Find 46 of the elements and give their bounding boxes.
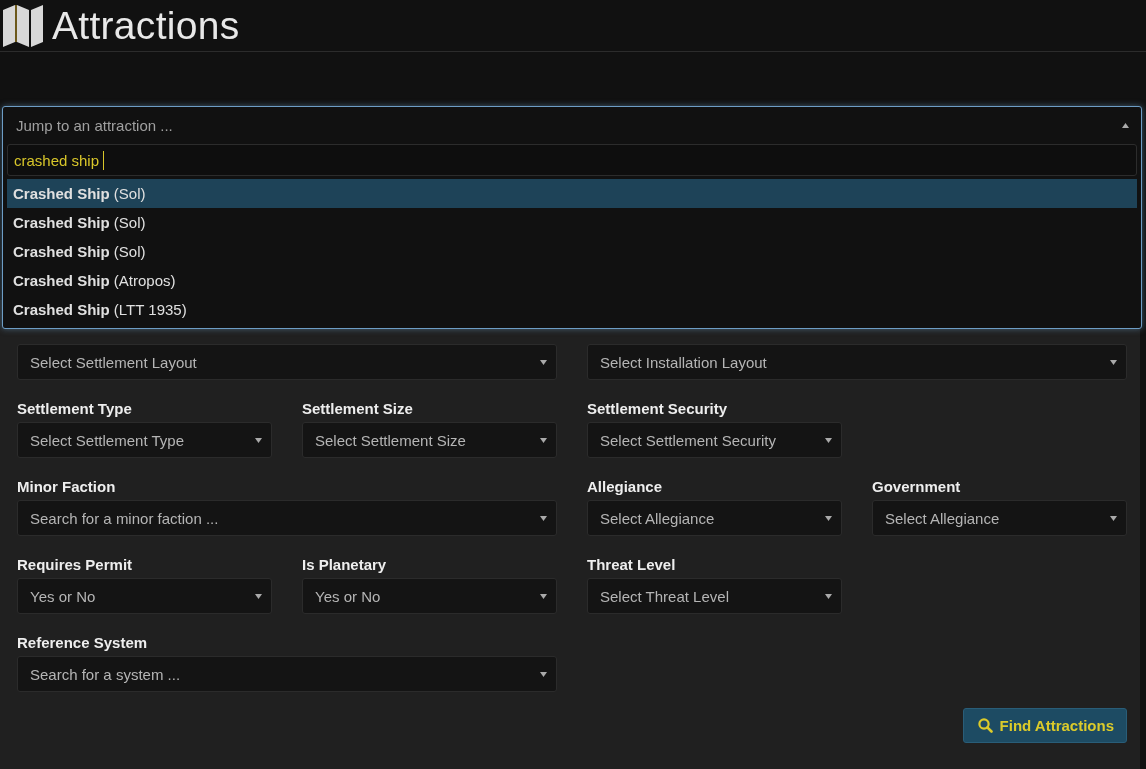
field-label: Settlement Security xyxy=(587,400,729,419)
find-attractions-button[interactable]: Find Attractions xyxy=(962,708,1127,743)
caret-icon xyxy=(1122,123,1129,128)
field-label: Reference System xyxy=(17,634,149,653)
caret-icon xyxy=(540,515,547,521)
result-option[interactable]: Crashed Ship (LTT 1935) xyxy=(7,295,1137,324)
search-icon xyxy=(977,718,993,733)
caret-icon xyxy=(540,593,547,599)
field-label: Minor Faction xyxy=(17,478,117,497)
caret-icon xyxy=(540,671,547,677)
select-field[interactable]: Select Settlement Type xyxy=(17,422,272,458)
select-field[interactable]: Yes or No xyxy=(17,578,272,614)
caret-icon xyxy=(825,515,832,521)
search-field[interactable]: crashed ship xyxy=(7,144,1137,176)
field-label: Allegiance xyxy=(587,478,664,497)
select-field[interactable]: Select Settlement Security xyxy=(587,422,842,458)
field-label: Is Planetary xyxy=(302,556,388,575)
select-field[interactable]: Search for a system ... xyxy=(17,656,557,692)
caret-icon xyxy=(540,437,547,443)
caret-icon xyxy=(1110,515,1117,521)
map-icon xyxy=(2,3,44,48)
caret-icon xyxy=(825,437,832,443)
result-option[interactable]: Crashed Ship (Sol) xyxy=(7,237,1137,266)
select-field[interactable]: Yes or No xyxy=(302,578,557,614)
result-option[interactable]: Crashed Ship (Atropos) xyxy=(7,266,1137,295)
field-label: Settlement Type xyxy=(17,400,133,419)
select-field[interactable]: Select Settlement Size xyxy=(302,422,557,458)
caret-icon xyxy=(255,593,262,599)
select-field[interactable]: Select Allegiance xyxy=(872,500,1127,536)
result-option[interactable]: Crashed Ship (Sol) xyxy=(7,179,1137,208)
result-option[interactable]: Crashed Ship (Sol) xyxy=(7,208,1137,237)
caret-icon xyxy=(255,437,262,443)
jump-select-field[interactable]: Jump to an attraction ... xyxy=(7,107,1137,144)
caret-icon xyxy=(825,593,832,599)
caret-icon xyxy=(1110,359,1117,365)
select-field[interactable]: Select Installation Layout xyxy=(587,344,1127,380)
select-field[interactable]: Select Threat Level xyxy=(587,578,842,614)
page-title: Attractions xyxy=(52,3,240,48)
select-field[interactable]: Select Settlement Layout xyxy=(17,344,557,380)
select-field[interactable]: Search for a minor faction ... xyxy=(17,500,557,536)
field-label: Requires Permit xyxy=(17,556,134,575)
select-field[interactable]: Select Allegiance xyxy=(587,500,842,536)
field-label: Government xyxy=(872,478,962,497)
field-label: Settlement Size xyxy=(302,400,414,419)
caret-icon xyxy=(540,359,547,365)
field-label: Threat Level xyxy=(587,556,677,575)
